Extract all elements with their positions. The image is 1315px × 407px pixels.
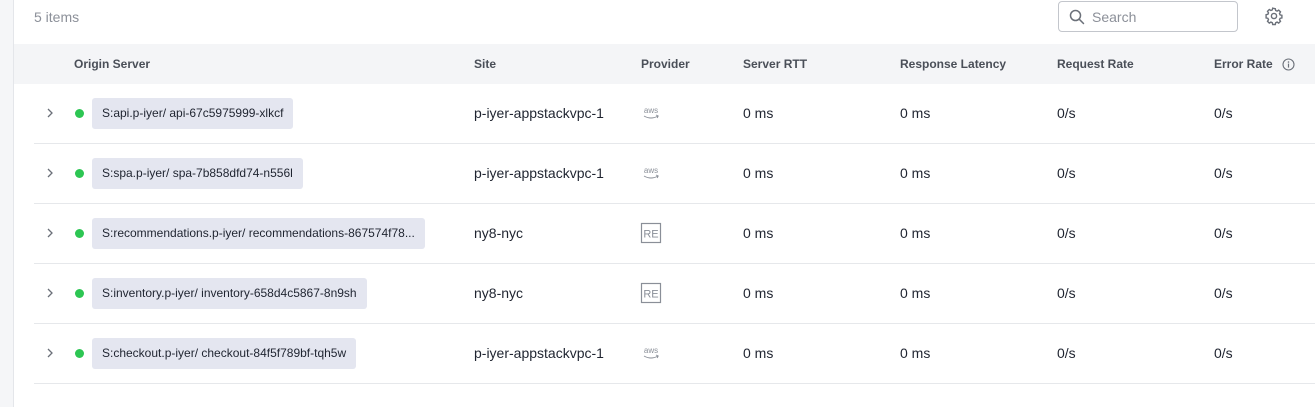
- table-row[interactable]: S:recommendations.p-iyer/ recommendation…: [34, 204, 1315, 264]
- site-cell: p-iyer-appstackvpc-1: [474, 345, 604, 361]
- request-rate-cell: 0/s: [1057, 285, 1076, 301]
- column-response-latency[interactable]: Response Latency: [900, 57, 1006, 71]
- chevron-right-icon[interactable]: [45, 345, 55, 361]
- chevron-right-icon[interactable]: [45, 285, 55, 301]
- error-rate-cell: 0/s: [1214, 165, 1233, 181]
- request-rate-cell: 0/s: [1057, 225, 1076, 241]
- status-dot: [75, 289, 84, 298]
- item-count: 5 items: [34, 9, 80, 25]
- column-origin-server[interactable]: Origin Server: [74, 57, 150, 71]
- status-dot: [75, 229, 84, 238]
- chevron-right-icon[interactable]: [45, 225, 55, 241]
- column-provider[interactable]: Provider: [641, 57, 690, 71]
- svg-text:aws: aws: [644, 106, 658, 115]
- origin-servers-panel: 5 items Origin Server Site Provider Serv…: [13, 0, 1315, 407]
- search-input[interactable]: [1092, 8, 1232, 25]
- error-rate-cell: 0/s: [1214, 225, 1233, 241]
- error-rate-cell: 0/s: [1214, 105, 1233, 121]
- table-row[interactable]: S:inventory.p-iyer/ inventory-658d4c5867…: [34, 264, 1315, 324]
- table-toolbar: 5 items: [14, 0, 1315, 44]
- gear-icon[interactable]: [1264, 6, 1284, 26]
- svg-text:aws: aws: [644, 346, 658, 355]
- aws-icon: aws: [640, 102, 662, 124]
- column-error-rate[interactable]: Error Rate: [1214, 57, 1295, 71]
- column-request-rate[interactable]: Request Rate: [1057, 57, 1134, 71]
- error-rate-cell: 0/s: [1214, 345, 1233, 361]
- table-row[interactable]: S:checkout.p-iyer/ checkout-84f5f789bf-t…: [34, 324, 1315, 384]
- chevron-right-icon[interactable]: [45, 165, 55, 181]
- status-dot: [75, 109, 84, 118]
- request-rate-cell: 0/s: [1057, 105, 1076, 121]
- error-rate-cell: 0/s: [1214, 285, 1233, 301]
- aws-icon: aws: [640, 342, 662, 364]
- response-latency-cell: 0 ms: [900, 285, 931, 301]
- request-rate-cell: 0/s: [1057, 345, 1076, 361]
- table-row[interactable]: S:spa.p-iyer/ spa-7b858dfd74-n556l p-iye…: [34, 144, 1315, 204]
- server-rtt-cell: 0 ms: [743, 345, 774, 361]
- response-latency-cell: 0 ms: [900, 105, 931, 121]
- origin-server-chip[interactable]: S:spa.p-iyer/ spa-7b858dfd74-n556l: [92, 158, 303, 189]
- origin-server-chip[interactable]: S:api.p-iyer/ api-67c5975999-xlkcf: [92, 98, 294, 129]
- site-cell: ny8-nyc: [474, 285, 524, 301]
- table-row[interactable]: S:api.p-iyer/ api-67c5975999-xlkcf p-iye…: [34, 84, 1315, 144]
- status-dot: [75, 169, 84, 178]
- server-rtt-cell: 0 ms: [743, 105, 774, 121]
- re-icon: RE: [640, 282, 662, 304]
- search-box[interactable]: [1058, 1, 1238, 32]
- site-cell: p-iyer-appstackvpc-1: [474, 105, 604, 121]
- aws-icon: aws: [640, 162, 662, 184]
- response-latency-cell: 0 ms: [900, 345, 931, 361]
- server-rtt-cell: 0 ms: [743, 165, 774, 181]
- search-icon: [1069, 9, 1085, 24]
- svg-text:RE: RE: [643, 229, 658, 241]
- request-rate-cell: 0/s: [1057, 165, 1076, 181]
- origin-server-chip[interactable]: S:checkout.p-iyer/ checkout-84f5f789bf-t…: [92, 338, 357, 369]
- chevron-right-icon[interactable]: [45, 105, 55, 121]
- column-server-rtt[interactable]: Server RTT: [743, 57, 807, 71]
- svg-text:RE: RE: [643, 289, 658, 301]
- server-rtt-cell: 0 ms: [743, 225, 774, 241]
- response-latency-cell: 0 ms: [900, 165, 931, 181]
- server-rtt-cell: 0 ms: [743, 285, 774, 301]
- column-error-rate-label: Error Rate: [1214, 57, 1273, 71]
- origin-server-chip[interactable]: S:inventory.p-iyer/ inventory-658d4c5867…: [92, 278, 367, 309]
- re-icon: RE: [640, 222, 662, 244]
- origin-server-chip[interactable]: S:recommendations.p-iyer/ recommendation…: [92, 218, 425, 249]
- site-cell: ny8-nyc: [474, 225, 524, 241]
- info-icon[interactable]: [1282, 58, 1295, 71]
- site-cell: p-iyer-appstackvpc-1: [474, 165, 604, 181]
- column-site[interactable]: Site: [474, 57, 496, 71]
- response-latency-cell: 0 ms: [900, 225, 931, 241]
- table-header: Origin Server Site Provider Server RTT R…: [14, 44, 1315, 84]
- status-dot: [75, 349, 84, 358]
- svg-text:aws: aws: [644, 166, 658, 175]
